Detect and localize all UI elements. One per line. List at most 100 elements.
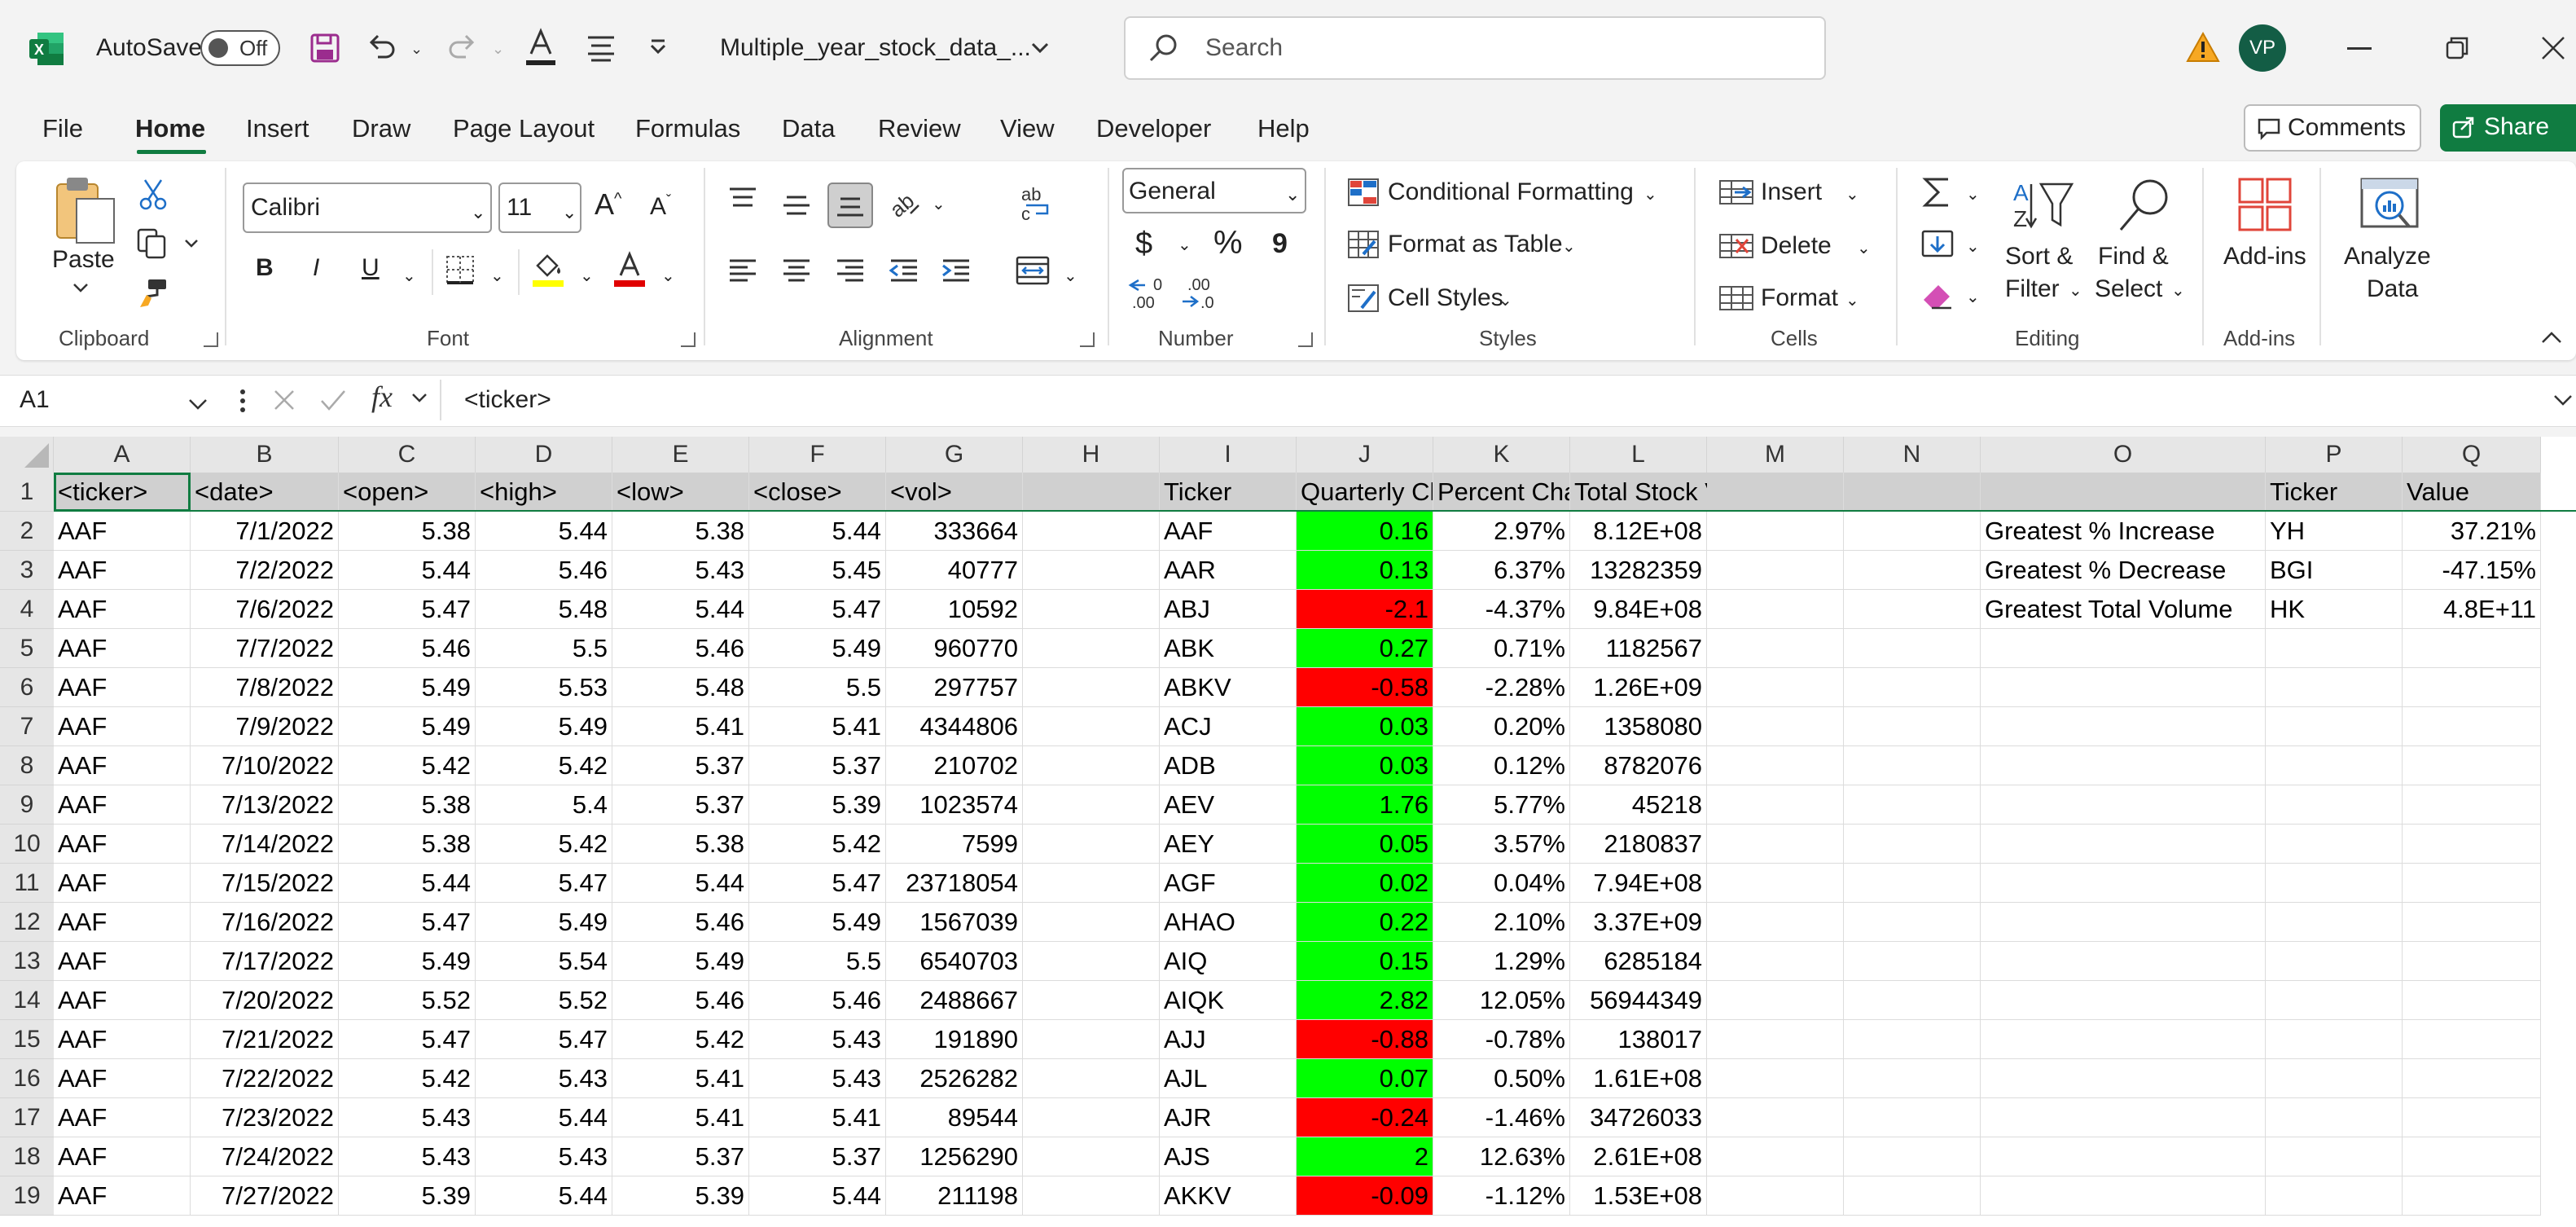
underline-dropdown-icon[interactable]: ⌄	[402, 266, 416, 286]
table-cell[interactable]	[1844, 1137, 1981, 1176]
table-cell[interactable]	[2266, 785, 2403, 825]
header-cell[interactable]	[1981, 473, 2266, 512]
table-cell[interactable]: 5.47	[749, 590, 886, 629]
table-cell[interactable]	[1707, 1137, 1844, 1176]
table-cell[interactable]	[1023, 981, 1160, 1020]
table-cell[interactable]: AAF	[54, 629, 191, 668]
row-header[interactable]: 17	[0, 1098, 54, 1137]
table-cell[interactable]: AHAO	[1160, 903, 1297, 942]
table-cell[interactable]	[2403, 903, 2541, 942]
table-cell[interactable]: 5.44	[612, 864, 749, 903]
table-cell[interactable]: AIQK	[1160, 981, 1297, 1020]
table-cell[interactable]: 5.47	[749, 864, 886, 903]
column-header[interactable]: I	[1160, 437, 1297, 473]
column-header[interactable]: N	[1844, 437, 1981, 473]
table-cell[interactable]: 5.46	[612, 903, 749, 942]
insert-function-icon[interactable]: fx	[371, 380, 393, 414]
table-cell[interactable]: ABJ	[1160, 590, 1297, 629]
column-header[interactable]: P	[2266, 437, 2403, 473]
column-header[interactable]: F	[749, 437, 886, 473]
table-cell[interactable]: 5.39	[612, 1176, 749, 1216]
table-cell[interactable]	[1707, 1176, 1844, 1216]
table-cell[interactable]: 2488667	[886, 981, 1023, 1020]
table-cell[interactable]: 5.41	[612, 1098, 749, 1137]
close-icon[interactable]	[2539, 34, 2567, 62]
table-cell[interactable]	[1844, 629, 1981, 668]
table-cell[interactable]: 138017	[1570, 1020, 1707, 1059]
table-cell[interactable]: 7/2/2022	[191, 551, 339, 590]
row-header[interactable]: 15	[0, 1020, 54, 1059]
table-cell[interactable]: 7/1/2022	[191, 512, 339, 551]
table-cell[interactable]	[2403, 1059, 2541, 1098]
table-cell[interactable]	[1707, 942, 1844, 981]
column-header[interactable]: H	[1023, 437, 1160, 473]
column-header[interactable]: D	[476, 437, 612, 473]
paste-label[interactable]: Paste	[52, 246, 115, 274]
row-header[interactable]: 14	[0, 981, 54, 1020]
row-header[interactable]: 3	[0, 551, 54, 590]
table-cell[interactable]: 5.42	[339, 1059, 476, 1098]
find-select-button[interactable]: Find & Select ⌄	[2095, 173, 2196, 311]
align-bottom-icon[interactable]	[827, 183, 873, 228]
table-cell[interactable]: 5.44	[339, 551, 476, 590]
table-cell[interactable]	[1023, 942, 1160, 981]
row-header[interactable]: 16	[0, 1059, 54, 1098]
alignment-launcher-icon[interactable]	[1080, 332, 1095, 347]
table-cell[interactable]: 5.5	[749, 942, 886, 981]
formula-content[interactable]: <ticker>	[464, 386, 551, 414]
table-cell[interactable]: 5.53	[476, 668, 612, 707]
column-header[interactable]: L	[1570, 437, 1707, 473]
table-cell[interactable]: 6540703	[886, 942, 1023, 981]
table-cell[interactable]: 5.44	[476, 512, 612, 551]
table-cell[interactable]	[1844, 864, 1981, 903]
table-cell[interactable]: AEY	[1160, 825, 1297, 864]
clear-icon[interactable]	[1920, 280, 1955, 310]
share-button[interactable]: Share	[2440, 104, 2576, 152]
table-cell[interactable]: 5.46	[612, 981, 749, 1020]
table-cell[interactable]: ABK	[1160, 629, 1297, 668]
table-cell[interactable]	[2403, 1176, 2541, 1216]
table-cell[interactable]	[1023, 1059, 1160, 1098]
table-cell[interactable]	[2266, 1098, 2403, 1137]
header-cell[interactable]	[1844, 473, 1981, 512]
header-cell[interactable]: Ticker	[2266, 473, 2403, 512]
align-qat-icon[interactable]	[585, 33, 617, 64]
table-cell[interactable]	[2266, 746, 2403, 785]
table-cell[interactable]	[2266, 864, 2403, 903]
table-cell[interactable]	[1981, 746, 2266, 785]
formula-bar-menu-icon[interactable]	[239, 388, 246, 414]
table-cell[interactable]	[1844, 551, 1981, 590]
table-cell[interactable]	[2403, 668, 2541, 707]
table-cell[interactable]	[1981, 903, 2266, 942]
increase-font-icon[interactable]: A^	[595, 187, 621, 222]
decrease-decimal-icon[interactable]: .00.0	[1179, 274, 1222, 312]
insert-cells-button[interactable]: Insert ⌄	[1717, 173, 1880, 213]
search-input[interactable]: Search	[1124, 16, 1826, 80]
table-cell[interactable]: 1567039	[886, 903, 1023, 942]
row-header[interactable]: 8	[0, 746, 54, 785]
table-cell[interactable]	[2403, 746, 2541, 785]
cancel-entry-icon[interactable]	[272, 388, 296, 412]
table-cell[interactable]: 7/17/2022	[191, 942, 339, 981]
table-cell[interactable]: 5.77%	[1433, 785, 1570, 825]
table-cell[interactable]: AJL	[1160, 1059, 1297, 1098]
table-cell[interactable]: 8.12E+08	[1570, 512, 1707, 551]
table-cell[interactable]: 7599	[886, 825, 1023, 864]
table-cell[interactable]: 5.46	[749, 981, 886, 1020]
column-header[interactable]: C	[339, 437, 476, 473]
copy-icon[interactable]	[135, 226, 168, 259]
table-cell[interactable]: AAF	[1160, 512, 1297, 551]
table-cell[interactable]: 5.38	[612, 512, 749, 551]
orientation-icon[interactable]: ab	[885, 184, 922, 222]
table-cell[interactable]: 5.43	[339, 1098, 476, 1137]
table-cell[interactable]: 5.42	[476, 746, 612, 785]
table-cell[interactable]: 191890	[886, 1020, 1023, 1059]
table-cell[interactable]: 7/8/2022	[191, 668, 339, 707]
table-cell[interactable]: AAF	[54, 864, 191, 903]
table-cell[interactable]	[2403, 825, 2541, 864]
table-cell[interactable]: 5.38	[339, 512, 476, 551]
font-size-select[interactable]: 11 ⌄	[498, 183, 581, 233]
autosum-dropdown-icon[interactable]: ⌄	[1966, 184, 1980, 204]
table-cell[interactable]	[1707, 1020, 1844, 1059]
autosave-toggle[interactable]: Off	[200, 30, 280, 66]
